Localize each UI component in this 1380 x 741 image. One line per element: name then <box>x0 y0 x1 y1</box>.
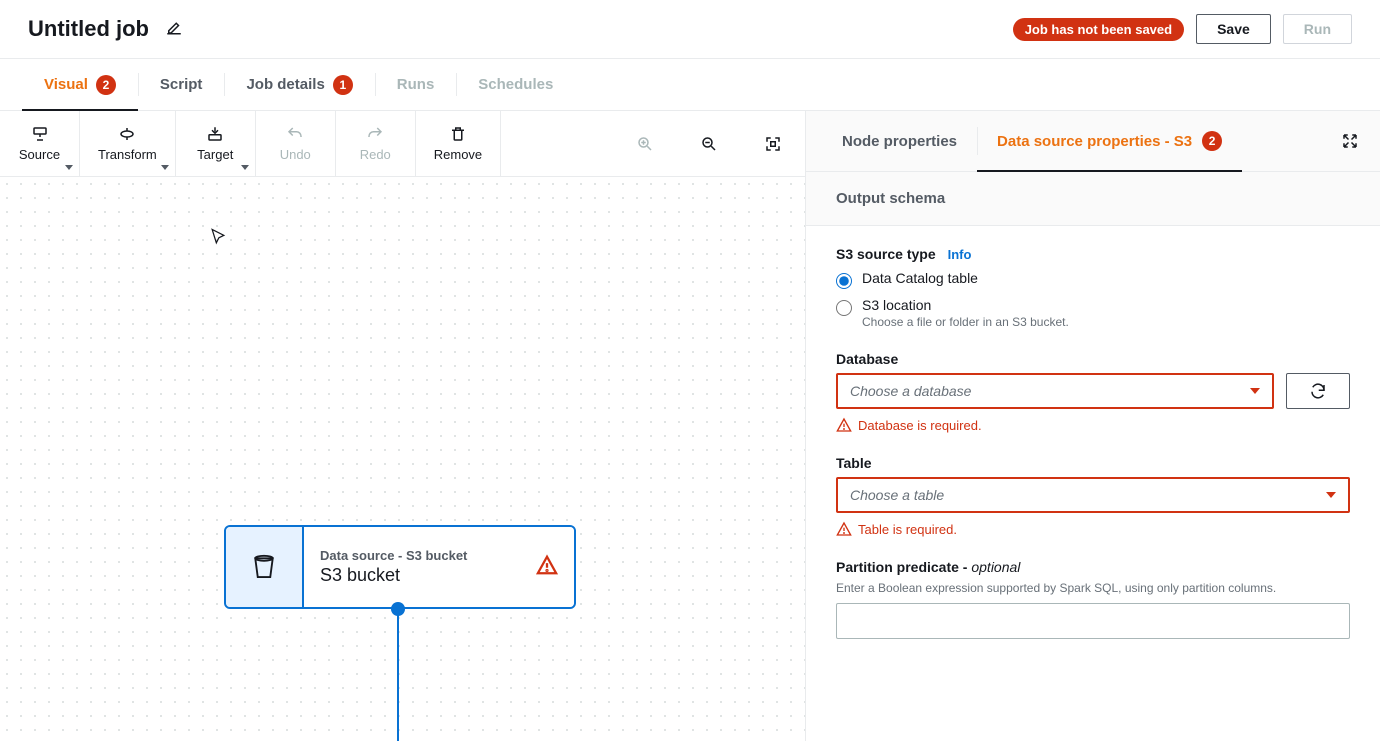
chevron-down-icon <box>161 165 169 170</box>
warning-icon <box>836 417 852 433</box>
radio-s3-location-input[interactable] <box>836 300 852 316</box>
chevron-down-icon <box>241 165 249 170</box>
redo-icon <box>366 125 384 143</box>
toolbar-source[interactable]: Source <box>0 111 80 176</box>
undo-icon <box>286 125 304 143</box>
source-icon <box>31 125 49 143</box>
database-error: Database is required. <box>836 417 1350 433</box>
tab-schedules-label: Schedules <box>478 76 553 93</box>
database-select[interactable]: Choose a database <box>836 373 1274 409</box>
node-title: S3 bucket <box>320 565 467 586</box>
table-field: Table Choose a table Table is required. <box>836 455 1350 537</box>
s3-type-radio-group: Data Catalog table S3 location Choose a … <box>836 270 1350 329</box>
partition-predicate-input[interactable] <box>836 603 1350 639</box>
trash-icon <box>449 125 467 143</box>
connector-handle[interactable] <box>391 602 405 616</box>
chevron-down-icon <box>65 165 73 170</box>
node-type-label: Data source - S3 bucket <box>320 548 467 563</box>
panel-body: S3 source type Info Data Catalog table S… <box>806 226 1380 741</box>
zoom-in-icon <box>636 135 654 153</box>
tab-jobdetails-label: Job details <box>246 76 324 93</box>
panel-tabs-row: Node properties Data source properties -… <box>806 111 1380 172</box>
tab-script[interactable]: Script <box>138 59 225 110</box>
warning-icon <box>536 554 558 581</box>
graph-canvas[interactable]: Data source - S3 bucket S3 bucket <box>0 177 805 741</box>
save-button[interactable]: Save <box>1196 14 1271 44</box>
transform-icon <box>118 125 136 143</box>
header-left: Untitled job <box>28 16 183 42</box>
connector-line <box>397 609 399 741</box>
tab-runs-label: Runs <box>397 76 435 93</box>
node-body: Data source - S3 bucket S3 bucket <box>304 527 574 607</box>
tab-script-label: Script <box>160 76 203 93</box>
tab-jobdetails-badge: 1 <box>333 75 353 95</box>
tab-runs: Runs <box>375 59 457 110</box>
properties-panel: Node properties Data source properties -… <box>806 111 1380 741</box>
radio-data-catalog-input[interactable] <box>836 273 852 289</box>
table-error: Table is required. <box>836 521 1350 537</box>
tab-job-details[interactable]: Job details 1 <box>224 59 374 110</box>
partition-predicate-field: Partition predicate - optional Enter a B… <box>836 559 1350 639</box>
expand-icon <box>1341 132 1359 150</box>
node-s3-bucket[interactable]: Data source - S3 bucket S3 bucket <box>224 525 576 609</box>
toolbar-transform[interactable]: Transform <box>80 111 176 176</box>
edit-title-icon[interactable] <box>165 18 183 41</box>
zoom-out-button[interactable] <box>677 111 741 176</box>
canvas-wrap: Source Transform Target Undo Redo <box>0 111 806 741</box>
database-field: Database Choose a database Database is r… <box>836 351 1350 433</box>
table-select[interactable]: Choose a table <box>836 477 1350 513</box>
tab-visual-label: Visual <box>44 76 88 93</box>
header-right: Job has not been saved Save Run <box>1013 14 1352 44</box>
ptab-data-source[interactable]: Data source properties - S3 2 <box>977 111 1242 171</box>
chevron-down-icon <box>1250 388 1260 394</box>
tab-visual-badge: 2 <box>96 75 116 95</box>
toolbar-target[interactable]: Target <box>176 111 256 176</box>
fit-button[interactable] <box>741 111 805 176</box>
refresh-database-button[interactable] <box>1286 373 1350 409</box>
radio-data-catalog[interactable]: Data Catalog table <box>836 270 1350 289</box>
expand-panel-button[interactable] <box>1320 111 1380 171</box>
ptab-node-properties[interactable]: Node properties <box>822 111 977 171</box>
toolbar-redo[interactable]: Redo <box>336 111 416 176</box>
chevron-down-icon <box>1326 492 1336 498</box>
tab-schedules: Schedules <box>456 59 575 110</box>
run-button: Run <box>1283 14 1352 44</box>
bucket-icon <box>226 527 304 607</box>
s3-type-label: S3 source type Info <box>836 246 1350 262</box>
refresh-icon <box>1309 382 1327 400</box>
main-tabs: Visual 2 Script Job details 1 Runs Sched… <box>0 59 1380 111</box>
radio-s3-location[interactable]: S3 location Choose a file or folder in a… <box>836 297 1350 329</box>
toolbar-right-group <box>613 111 805 176</box>
toolbar-undo[interactable]: Undo <box>256 111 336 176</box>
save-status-badge: Job has not been saved <box>1013 18 1184 41</box>
ptab-ds-badge: 2 <box>1202 131 1222 151</box>
panel-subhead: Output schema <box>806 172 1380 226</box>
fit-screen-icon <box>764 135 782 153</box>
info-link[interactable]: Info <box>948 247 972 262</box>
canvas-toolbar: Source Transform Target Undo Redo <box>0 111 805 177</box>
warning-icon <box>836 521 852 537</box>
tab-visual[interactable]: Visual 2 <box>22 59 138 110</box>
zoom-out-icon <box>700 135 718 153</box>
toolbar-remove[interactable]: Remove <box>416 111 501 176</box>
zoom-in-button[interactable] <box>613 111 677 176</box>
cursor-icon <box>208 225 228 254</box>
main-area: Source Transform Target Undo Redo <box>0 111 1380 741</box>
page-header: Untitled job Job has not been saved Save… <box>0 0 1380 59</box>
target-icon <box>206 125 224 143</box>
job-title: Untitled job <box>28 16 149 42</box>
